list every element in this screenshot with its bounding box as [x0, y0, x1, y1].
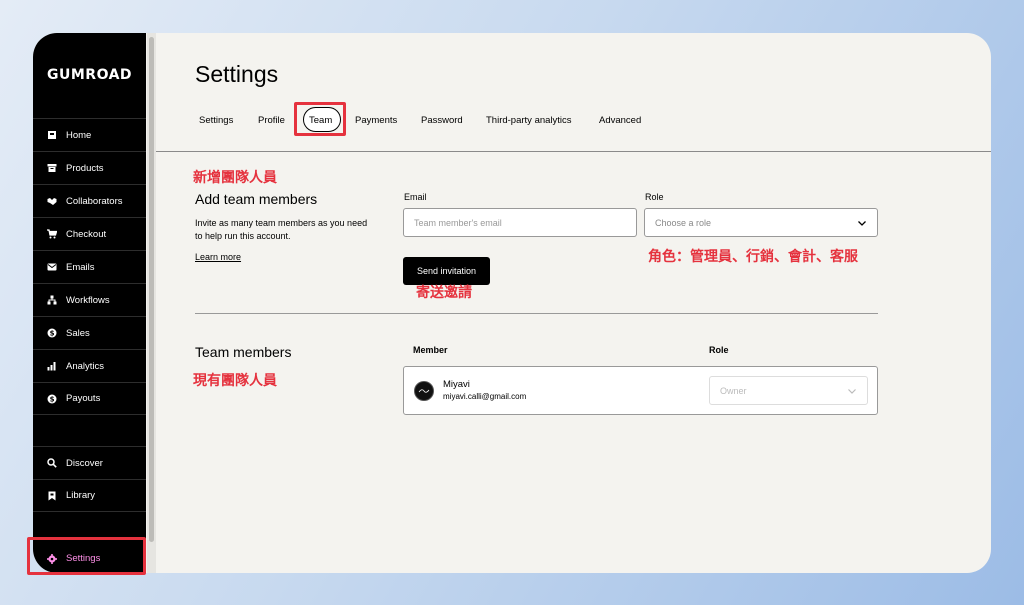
tab-third-party-analytics[interactable]: Third-party analytics — [486, 115, 572, 126]
sidebar-item-emails[interactable]: Emails — [33, 250, 146, 283]
sidebar-item-label: Sales — [66, 327, 90, 339]
role-select[interactable]: Choose a role — [644, 208, 878, 237]
section-divider — [195, 313, 878, 314]
highlight-settings-item — [27, 537, 146, 575]
learn-more-link[interactable]: Learn more — [195, 252, 241, 262]
member-name: Miyavi — [443, 379, 470, 390]
sidebar-item-label: Analytics — [66, 360, 105, 372]
member-role-select: Owner — [709, 376, 868, 405]
tab-payments[interactable]: Payments — [355, 115, 397, 126]
page-title: Settings — [195, 61, 279, 87]
sidebar-item-checkout[interactable]: Checkout — [33, 217, 146, 250]
sidebar-item-label: Emails — [66, 261, 95, 273]
avatar — [414, 381, 434, 401]
sidebar-item-workflows[interactable]: Workflows — [33, 283, 146, 316]
email-placeholder: Team member's email — [414, 217, 502, 228]
column-header-member: Member — [413, 345, 448, 355]
add-team-heading: Add team members — [195, 191, 318, 207]
scrollbar-thumb[interactable] — [149, 37, 154, 542]
send-invitation-button[interactable]: Send invitation — [403, 257, 490, 285]
member-role-value: Owner — [720, 385, 747, 396]
dollar-circle-icon: $ — [47, 394, 57, 404]
header-divider — [156, 151, 991, 152]
role-placeholder: Choose a role — [655, 217, 712, 228]
sidebar-item-label: Discover — [66, 457, 103, 469]
gumroad-logo[interactable]: GUMROAD — [47, 67, 132, 83]
sidebar-item-label: Home — [66, 129, 92, 141]
svg-text:$: $ — [50, 330, 55, 338]
email-field[interactable]: Team member's email — [403, 208, 637, 237]
annotation-send: 寄送邀請 — [416, 285, 472, 301]
sidebar-item-payouts[interactable]: $ Payouts — [33, 382, 146, 415]
table-row: Miyavi miyavi.calli@gmail.com Owner — [403, 366, 878, 415]
chevron-down-icon — [858, 221, 866, 226]
search-icon — [47, 458, 57, 468]
bookmark-icon — [47, 491, 57, 501]
role-label: Role — [645, 192, 664, 202]
sidebar-item-analytics[interactable]: Analytics — [33, 349, 146, 382]
sidebar: GUMROAD Home Products Collaborators Chec… — [33, 33, 146, 573]
sidebar-item-label: Collaborators — [66, 195, 123, 207]
email-label: Email — [404, 192, 427, 202]
sidebar-item-label: Products — [66, 162, 104, 174]
sidebar-item-collaborators[interactable]: Collaborators — [33, 184, 146, 217]
column-header-role: Role — [709, 345, 729, 355]
tab-password[interactable]: Password — [421, 115, 463, 126]
add-team-description: Invite as many team members as you need … — [195, 218, 368, 241]
annotation-roles: 角色：管理員、行銷、會計、客服 — [648, 249, 858, 265]
sidebar-item-home[interactable]: Home — [33, 118, 146, 151]
tab-advanced[interactable]: Advanced — [599, 115, 641, 126]
app-window: GUMROAD Home Products Collaborators Chec… — [33, 33, 991, 573]
home-icon — [47, 130, 57, 140]
sidebar-item-sales[interactable]: $ Sales — [33, 316, 146, 349]
team-members-heading: Team members — [195, 344, 292, 360]
archive-icon — [47, 163, 57, 173]
sidebar-item-label: Library — [66, 490, 96, 501]
dollar-circle-icon: $ — [47, 328, 57, 338]
workflow-icon — [47, 295, 57, 305]
svg-text:$: $ — [50, 395, 55, 403]
sidebar-item-library[interactable]: Library — [33, 479, 146, 512]
annotation-add-members: 新增團隊人員 — [193, 170, 277, 186]
cart-icon — [47, 229, 57, 239]
chevron-down-icon — [848, 389, 856, 394]
tab-settings[interactable]: Settings — [199, 115, 233, 126]
tab-profile[interactable]: Profile — [258, 115, 285, 126]
sidebar-item-products[interactable]: Products — [33, 151, 146, 184]
handshake-icon — [47, 196, 57, 206]
bar-chart-icon — [47, 361, 57, 371]
annotation-current-members: 現有團隊人員 — [193, 373, 277, 389]
sidebar-item-label: Checkout — [66, 228, 107, 240]
envelope-icon — [47, 262, 57, 272]
highlight-team-tab — [294, 102, 346, 136]
sidebar-item-discover[interactable]: Discover — [33, 446, 146, 479]
sidebar-item-label: Workflows — [66, 294, 110, 306]
sidebar-item-label: Payouts — [66, 393, 101, 404]
member-email: miyavi.calli@gmail.com — [443, 392, 527, 401]
